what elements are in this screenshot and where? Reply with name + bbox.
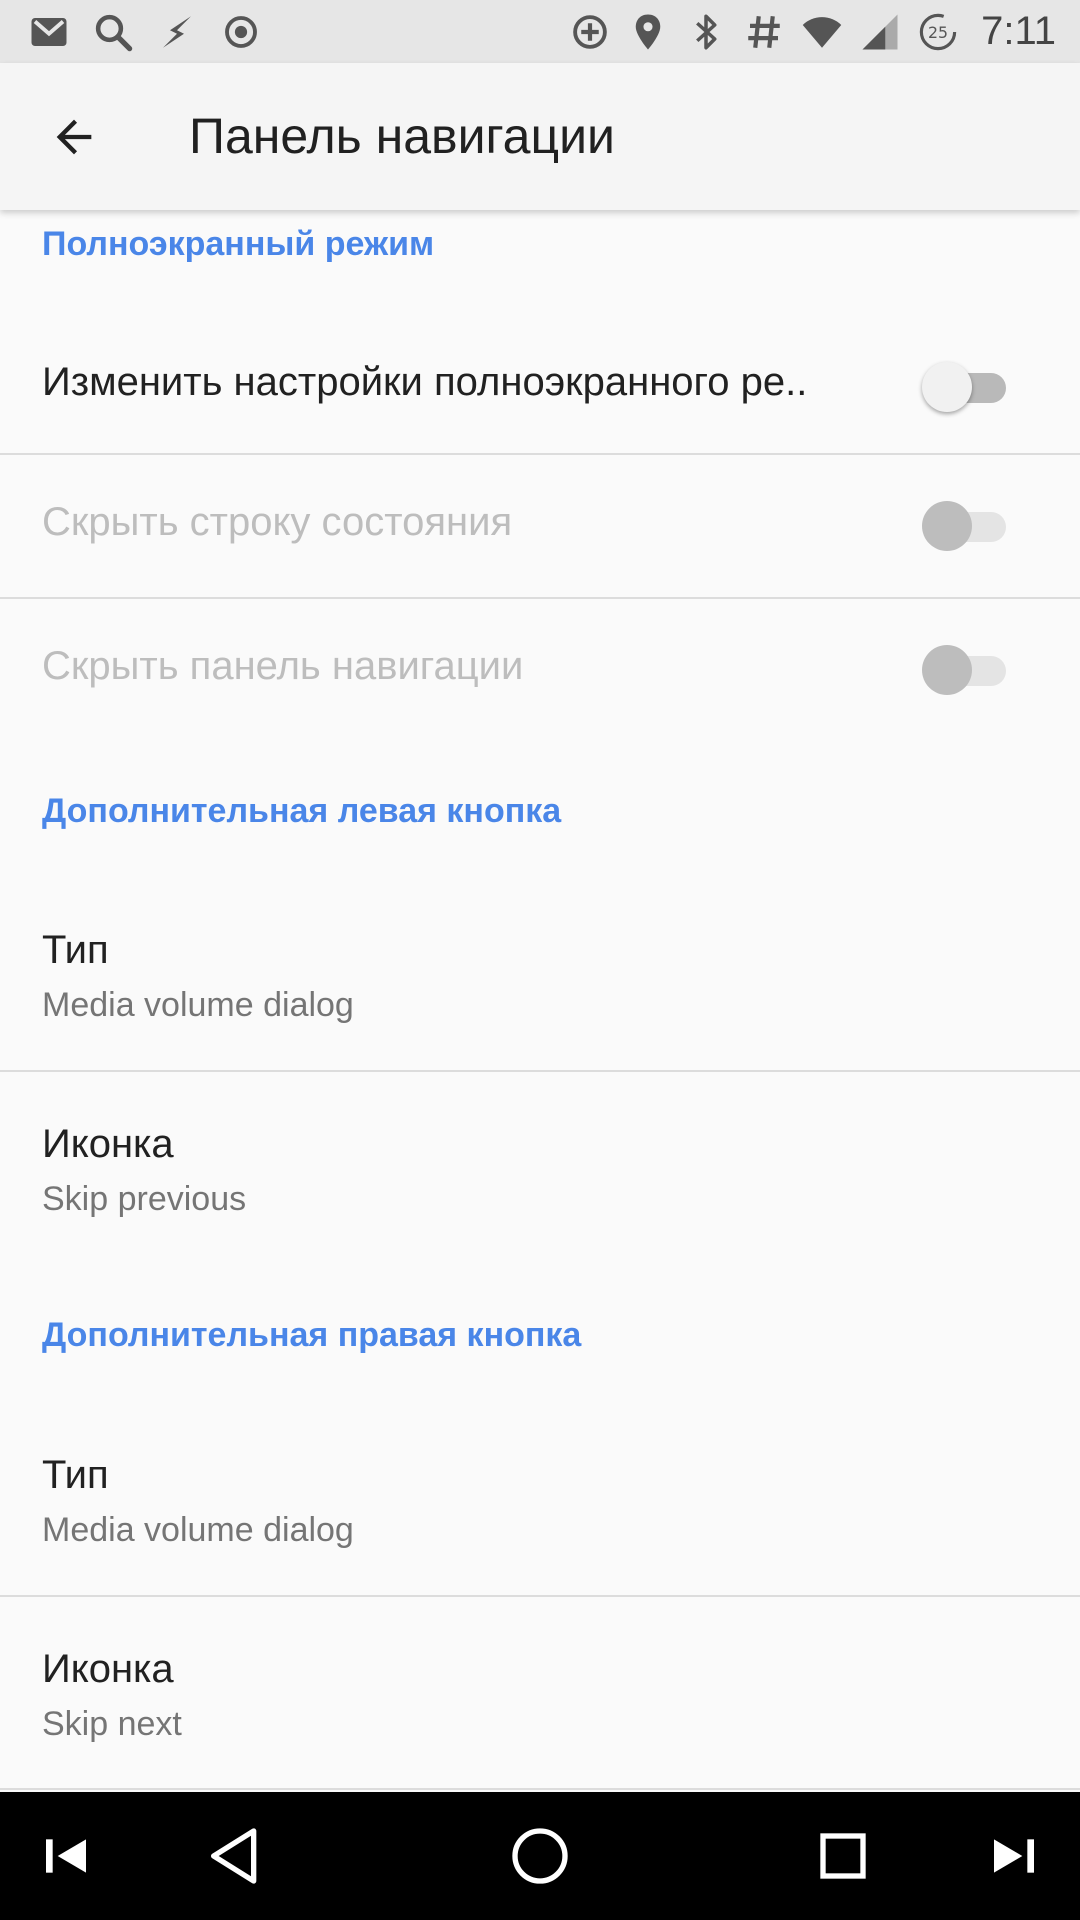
app-bar: Панель навигации [0, 63, 1080, 210]
flash-icon [156, 11, 198, 53]
recents-square-icon [820, 1833, 866, 1879]
data-saver-icon [569, 11, 611, 53]
system-nav-bar [0, 1792, 1080, 1920]
nav-skip-previous-button[interactable] [26, 1816, 106, 1896]
target-icon [220, 11, 262, 53]
pref-hide-nav-bar[interactable]: Скрыть панель навигации [0, 599, 1080, 741]
home-circle-icon [512, 1828, 568, 1884]
toggle-hide-nav-bar[interactable] [922, 645, 1008, 695]
skip-previous-icon [46, 1839, 86, 1873]
pref-summary: Media volume dialog [42, 986, 354, 1024]
arrow-back-icon [56, 119, 92, 155]
back-button[interactable] [40, 103, 108, 171]
pref-title: Тип [42, 1453, 109, 1497]
search-icon [92, 11, 134, 53]
bluetooth-icon [685, 11, 727, 53]
location-icon [627, 11, 669, 53]
gmail-icon [28, 11, 70, 53]
wifi-icon [801, 11, 843, 53]
pref-title: Тип [42, 928, 109, 972]
pref-left-button-icon[interactable]: Иконка Skip previous [0, 1072, 1080, 1262]
pref-left-button-type[interactable]: Тип Media volume dialog [0, 880, 1080, 1070]
pref-title: Изменить настройки полноэкранного ре.. [42, 360, 808, 404]
nav-home-button[interactable] [500, 1816, 580, 1896]
pref-title: Иконка [42, 1122, 174, 1166]
pref-title: Скрыть строку состояния [42, 500, 513, 544]
pref-title: Скрыть панель навигации [42, 644, 524, 688]
battery-saver-icon: 25 [917, 11, 959, 53]
status-right-icons: 25 7:11 [569, 9, 1056, 54]
back-triangle-icon [211, 1828, 257, 1884]
pref-summary: Skip next [42, 1705, 182, 1743]
pref-summary: Media volume dialog [42, 1511, 354, 1549]
section-header-fullscreen: Полноэкранный режим [42, 225, 435, 263]
switch-thumb [922, 645, 972, 695]
toggle-hide-status-bar[interactable] [922, 501, 1008, 551]
signal-icon [859, 11, 901, 53]
switch-thumb [922, 501, 972, 551]
toggle-change-fullscreen-settings[interactable] [922, 362, 1008, 412]
status-left-icons [28, 11, 262, 53]
pref-change-fullscreen-settings[interactable]: Изменить настройки полноэкранного ре.. [0, 315, 1080, 455]
nav-skip-next-button[interactable] [974, 1816, 1054, 1896]
status-time: 7:11 [981, 9, 1056, 53]
status-bar: 25 7:11 [0, 0, 1080, 63]
settings-list[interactable]: Полноэкранный режим Изменить настройки п… [0, 210, 1080, 1792]
skip-next-icon [994, 1839, 1034, 1873]
pref-summary: Skip previous [42, 1180, 247, 1218]
nav-back-button[interactable] [197, 1816, 277, 1896]
nav-recents-button[interactable] [803, 1816, 883, 1896]
pref-right-button-type[interactable]: Тип Media volume dialog [0, 1405, 1080, 1595]
divider [0, 1788, 1080, 1790]
hash-icon [743, 11, 785, 53]
switch-thumb [922, 362, 972, 412]
section-header-right-button: Дополнительная правая кнопка [42, 1316, 582, 1354]
pref-hide-status-bar[interactable]: Скрыть строку состояния [0, 455, 1080, 597]
battery-badge: 25 [928, 23, 948, 42]
pref-title: Иконка [42, 1647, 174, 1691]
pref-right-button-icon[interactable]: Иконка Skip next [0, 1597, 1080, 1787]
section-header-left-button: Дополнительная левая кнопка [42, 792, 562, 830]
page-title: Панель навигации [189, 108, 615, 164]
